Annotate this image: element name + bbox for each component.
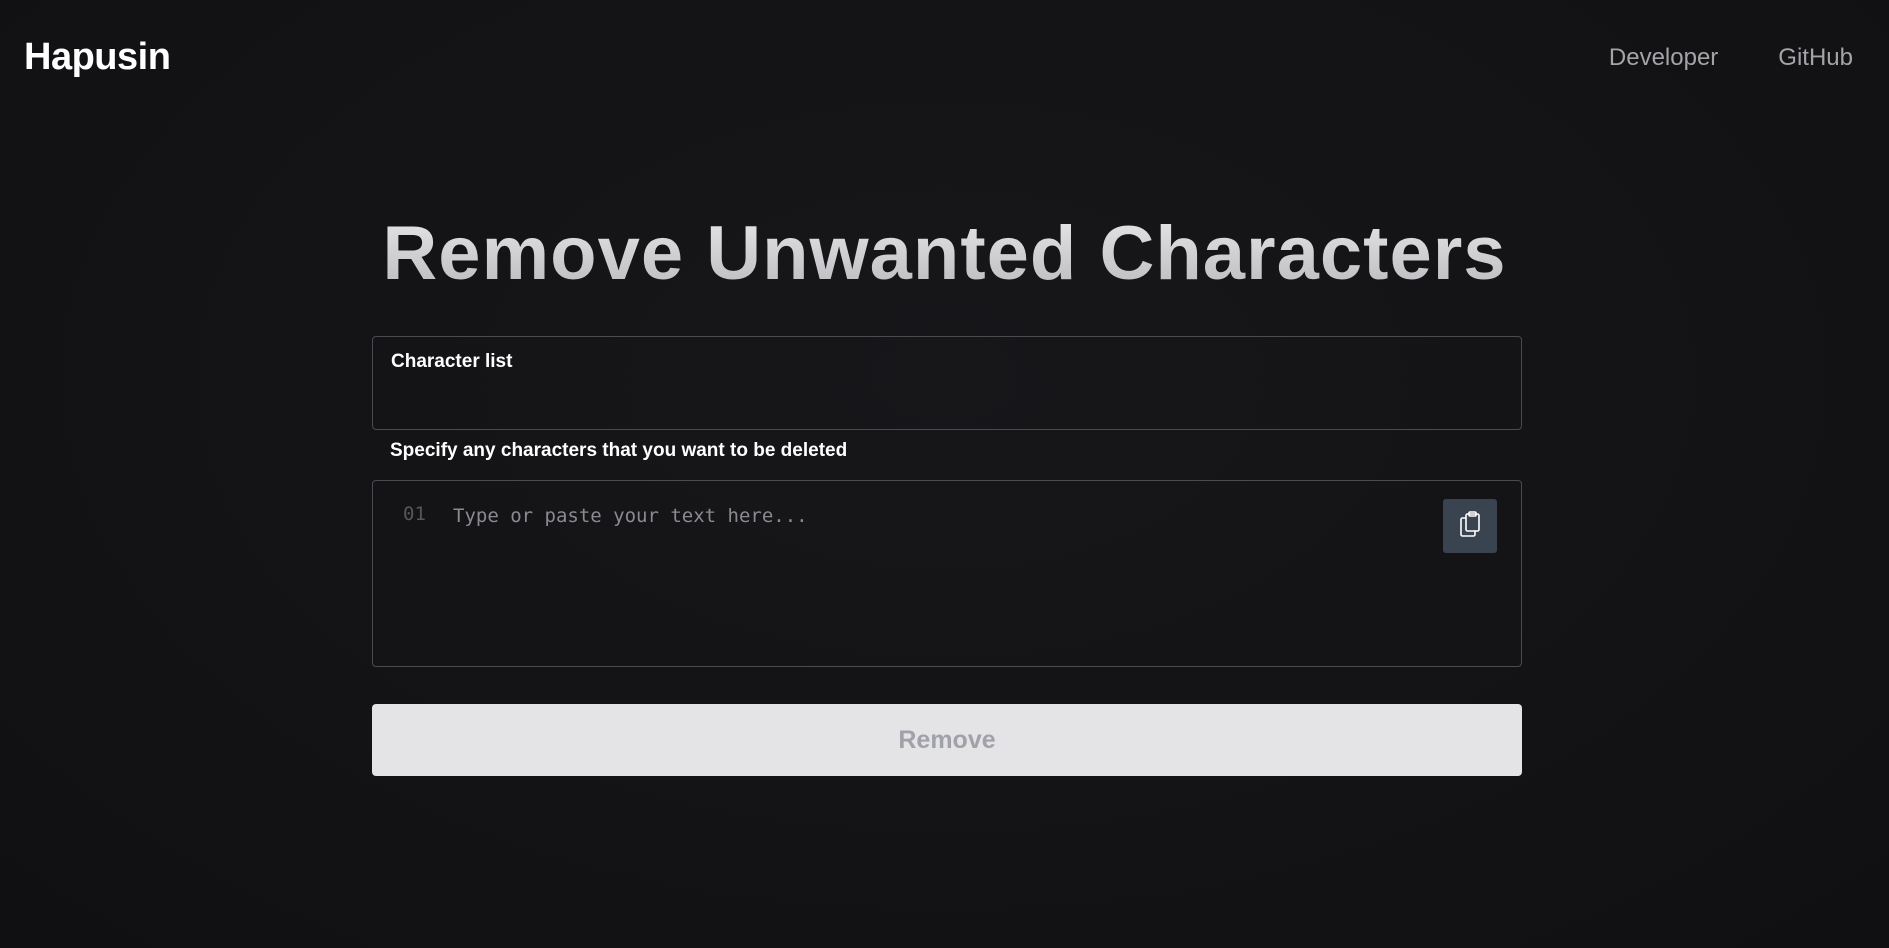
page-title: Remove Unwanted Characters <box>0 210 1889 297</box>
clipboard-icon <box>1457 510 1483 543</box>
paste-button[interactable] <box>1443 499 1497 553</box>
character-list-label: Character list <box>391 351 513 372</box>
line-number: 01 <box>403 503 426 525</box>
nav-link-developer[interactable]: Developer <box>1609 44 1718 72</box>
character-list-field[interactable]: Character list <box>372 336 1522 430</box>
brand-logo[interactable]: Hapusin <box>24 36 171 79</box>
page: Hapusin Developer GitHub Remove Unwanted… <box>0 0 1889 948</box>
top-nav: Developer GitHub <box>1609 44 1853 72</box>
text-input[interactable] <box>451 499 1415 653</box>
header: Hapusin Developer GitHub <box>0 0 1889 120</box>
text-editor: 01 <box>372 480 1522 667</box>
character-list-input[interactable] <box>391 381 1505 419</box>
character-list-helper-text: Specify any characters that you want to … <box>390 440 848 461</box>
nav-link-github[interactable]: GitHub <box>1778 44 1853 72</box>
remove-button[interactable]: Remove <box>372 704 1522 776</box>
